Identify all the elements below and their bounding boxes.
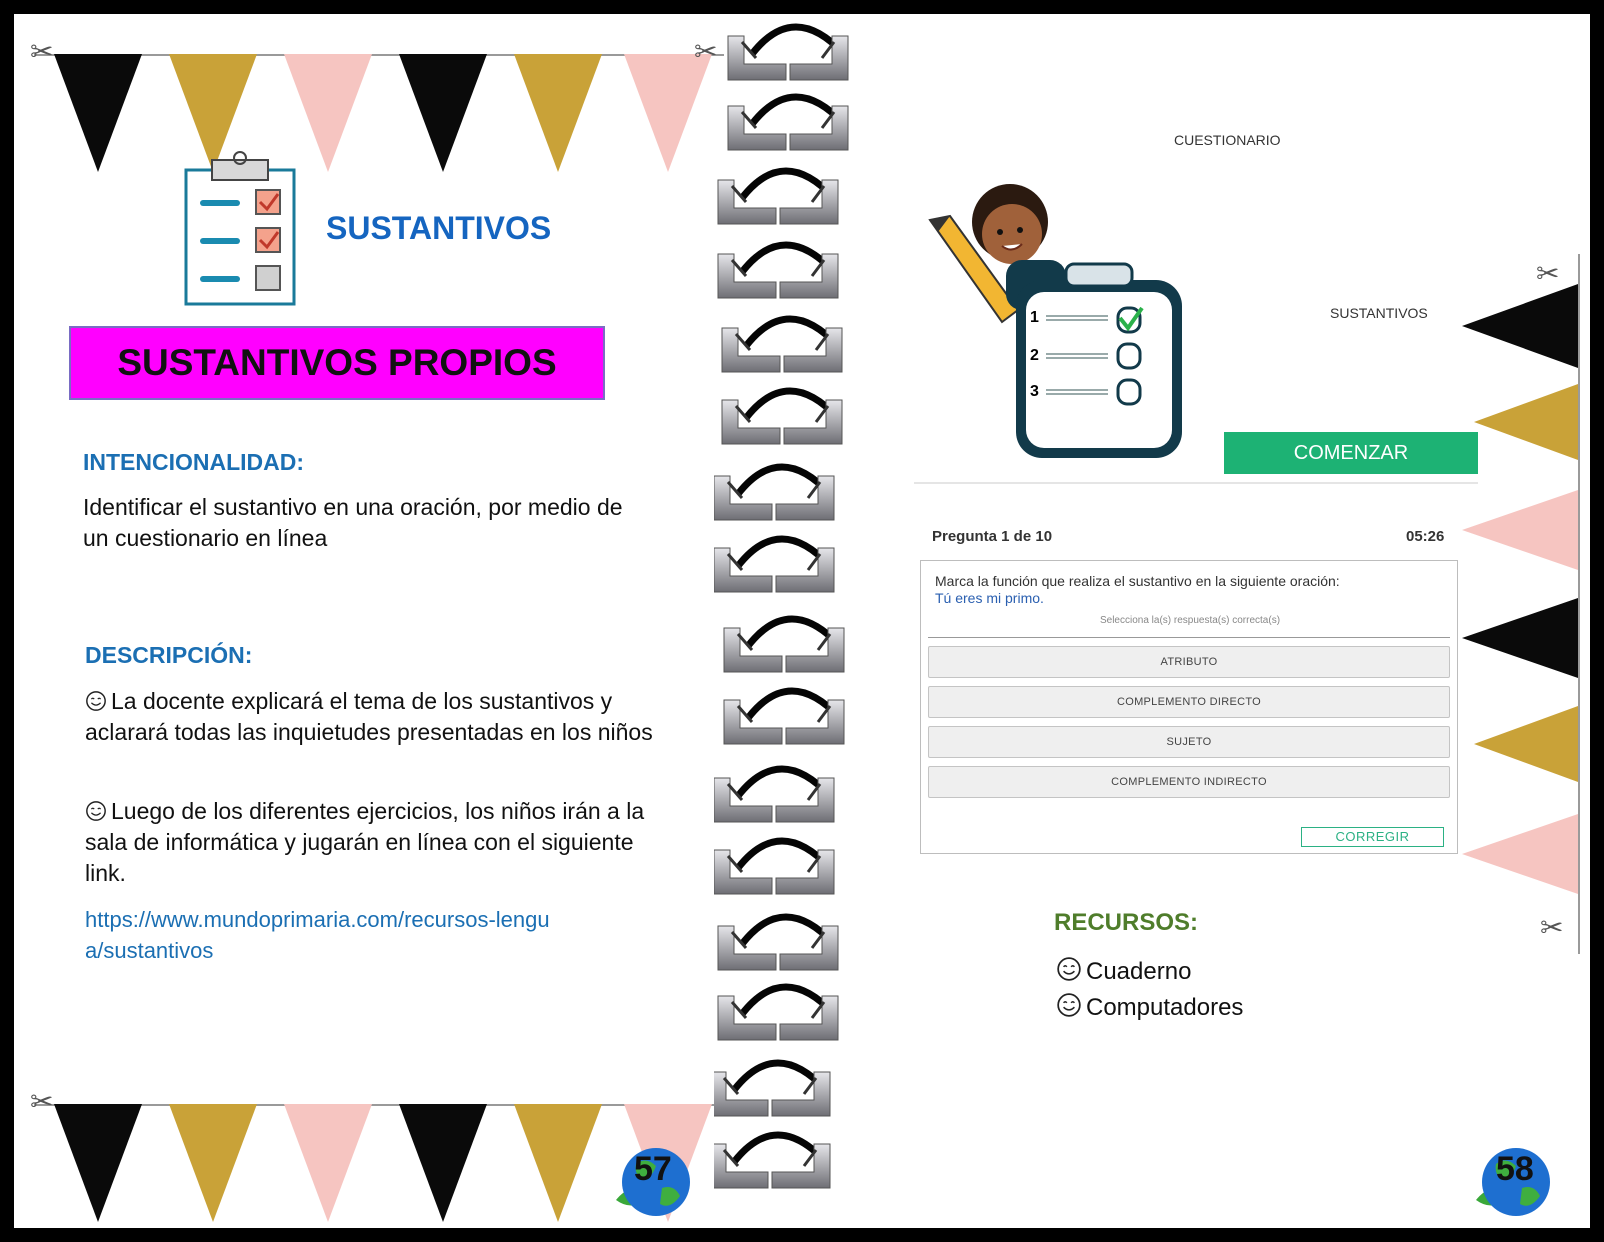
question-sentence: Tú eres mi primo.	[935, 590, 1044, 606]
answer-option[interactable]: COMPLEMENTO INDIRECTO	[928, 766, 1450, 798]
resource-text: Cuaderno	[1086, 958, 1192, 985]
booklet-spread: ✂ ✂ ✂ SUSTANTIVOS SUSTANTIVOS PROPIOS IN	[14, 14, 1590, 1228]
checklist-number: 1	[1030, 309, 1039, 326]
clipboard-checklist-icon	[184, 151, 296, 306]
divider	[914, 482, 1478, 484]
smiley-icon	[1057, 957, 1081, 981]
description-item: La docente explicará el tema de los sust…	[85, 686, 655, 748]
check-button[interactable]: CORREGIR	[1301, 827, 1444, 847]
lesson-banner: SUSTANTIVOS PROPIOS	[69, 326, 605, 400]
start-button[interactable]: COMENZAR	[1224, 432, 1478, 474]
smiley-icon	[86, 691, 106, 711]
question-prompt: Marca la función que realiza el sustanti…	[935, 573, 1340, 589]
quiz-label: CUESTIONARIO	[1174, 132, 1281, 148]
page-number: 57	[634, 1150, 672, 1188]
description-text: La docente explicará el tema de los sust…	[85, 688, 653, 745]
resource-item: Computadores	[1056, 992, 1243, 1023]
divider	[928, 637, 1450, 638]
resources-heading: RECURSOS:	[1054, 909, 1199, 936]
answer-option[interactable]: SUJETO	[928, 726, 1450, 758]
checklist-lines	[1046, 306, 1144, 406]
resource-link[interactable]: https://www.mundoprimaria.com/recursos-l…	[85, 904, 555, 966]
quiz-timer: 05:26	[1406, 528, 1445, 545]
page-number: 58	[1496, 1150, 1534, 1188]
description-text: Luego de los diferentes ejercicios, los …	[85, 798, 645, 886]
intention-text: Identificar el sustantivo en una oración…	[83, 494, 623, 551]
spiral-binding	[714, 14, 894, 1228]
top-left-bunting: ✂ ✂	[30, 24, 724, 174]
description-item: Luego de los diferentes ejercicios, los …	[85, 796, 655, 889]
quiz-topic: SUSTANTIVOS	[1330, 305, 1428, 321]
answer-option[interactable]: COMPLEMENTO DIRECTO	[928, 686, 1450, 718]
right-edge-bunting: ✂ ✂	[1460, 254, 1590, 954]
resource-text: Computadores	[1086, 994, 1244, 1021]
smiley-icon	[1057, 993, 1081, 1017]
resource-item: Cuaderno	[1056, 956, 1191, 987]
question-counter: Pregunta 1 de 10	[932, 528, 1053, 545]
question-card: Marca la función que realiza el sustanti…	[920, 560, 1458, 854]
smiley-icon	[86, 801, 106, 821]
answer-instruction: Selecciona la(s) respuesta(s) correcta(s…	[1099, 615, 1281, 626]
description-heading: DESCRIPCIÓN:	[85, 642, 253, 668]
topic-title: SUSTANTIVOS	[326, 210, 552, 246]
answer-option[interactable]: ATRIBUTO	[928, 646, 1450, 678]
intention-heading: INTENCIONALIDAD:	[83, 449, 305, 475]
checklist-number: 2	[1030, 347, 1039, 364]
checklist-number: 3	[1030, 383, 1039, 400]
